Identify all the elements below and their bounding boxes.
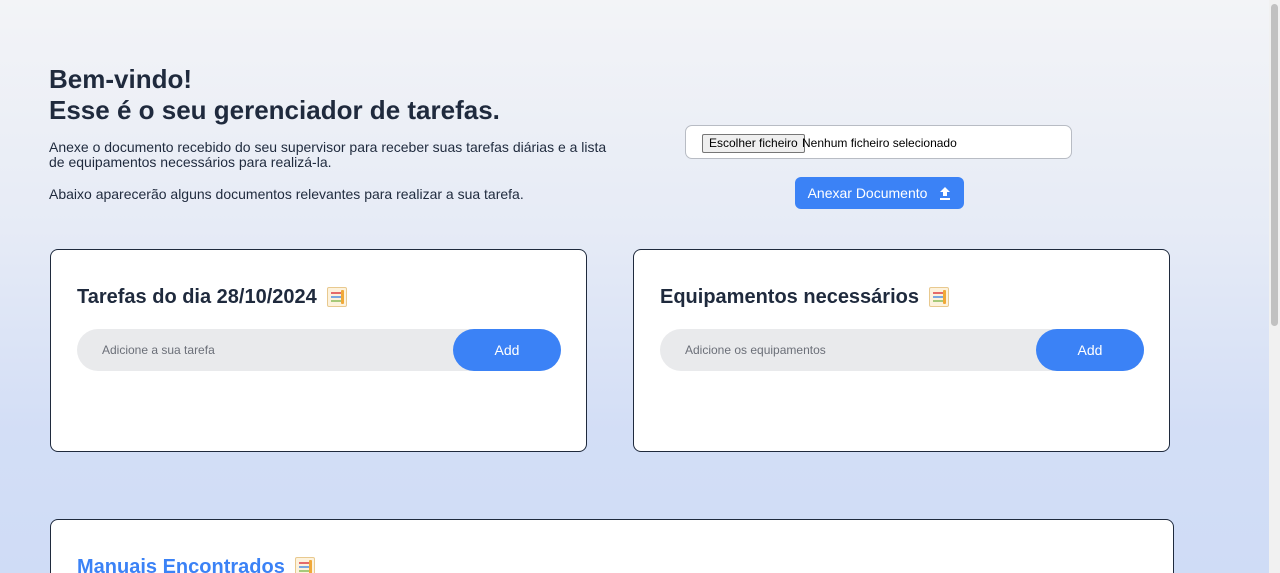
choose-file-button[interactable]: Escolher ficheiro [702, 134, 805, 153]
equipment-title: Equipamentos necessários [660, 285, 949, 309]
attach-document-button[interactable]: Anexar Documento [795, 177, 964, 209]
equipment-card: Equipamentos necessários Add [633, 249, 1170, 452]
page-scrollbar[interactable] [1269, 0, 1280, 573]
welcome-title: Bem-vindo! [49, 64, 192, 94]
upload-icon [939, 186, 951, 200]
file-status-text: Nenhum ficheiro selecionado [802, 136, 957, 150]
task-input[interactable] [77, 329, 453, 371]
attach-document-label: Anexar Documento [807, 185, 928, 201]
add-task-button[interactable]: Add [453, 329, 561, 371]
equipment-title-text: Equipamentos necessários [660, 286, 919, 308]
welcome-heading: Bem-vindo! Esse é o seu gerenciador de t… [49, 64, 500, 126]
manuals-title: Manuais Encontrados [77, 555, 315, 573]
task-input-row: Add [77, 329, 561, 371]
manuals-card: Manuais Encontrados [50, 519, 1174, 573]
tasks-card: Tarefas do dia 28/10/2024 Add [50, 249, 587, 452]
scrollbar-thumb[interactable] [1271, 4, 1278, 326]
tasks-title: Tarefas do dia 28/10/2024 [77, 285, 347, 309]
manuals-title-text: Manuais Encontrados [77, 556, 285, 573]
tasks-title-text: Tarefas do dia 28/10/2024 [77, 286, 317, 308]
file-input[interactable]: Escolher ficheiro Nenhum ficheiro seleci… [685, 125, 1072, 159]
notepad-icon [928, 287, 949, 307]
notepad-icon [294, 557, 315, 573]
equipment-input[interactable] [660, 329, 1036, 371]
equipment-input-row: Add [660, 329, 1144, 371]
documents-note: Abaixo aparecerão alguns documentos rele… [49, 186, 524, 202]
welcome-subtitle: Esse é o seu gerenciador de tarefas. [49, 95, 500, 125]
notepad-icon [326, 287, 347, 307]
add-equipment-button[interactable]: Add [1036, 329, 1144, 371]
intro-text: Anexe o documento recebido do seu superv… [49, 139, 607, 170]
